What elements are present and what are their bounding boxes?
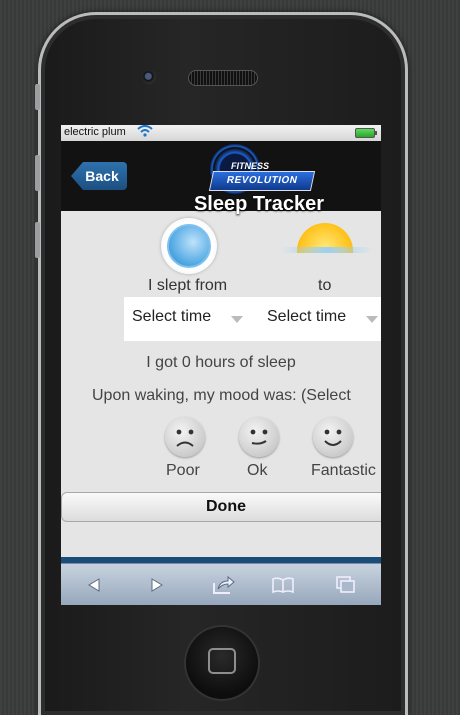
home-square-icon [208,648,236,674]
mood-option-poor[interactable]: Poor [166,462,200,480]
chevron-down-icon[interactable] [366,316,378,323]
chevron-down-icon[interactable] [231,316,243,323]
mood-option-ok[interactable]: Ok [247,462,267,480]
done-button[interactable]: Done [61,492,381,522]
sleep-summary: I got 0 hours of sleep [146,354,296,371]
slept-from-label: I slept from [148,277,228,294]
slept-to-label: to [318,277,332,294]
from-time-select[interactable]: Select time [132,308,211,326]
carrier-name: electric plum [64,126,126,138]
volume-up-button [35,155,40,191]
page-title: Sleep Tracker [193,193,325,215]
logo-top-text: FITNESS [231,161,270,171]
moon-inner [167,224,211,268]
mute-switch [35,84,40,110]
sad-face-icon[interactable] [165,417,205,457]
sunrise-icon [281,217,373,253]
happy-face-icon[interactable] [313,417,353,457]
front-camera [142,70,156,84]
logo-main-text: REVOLUTION [208,171,316,191]
mood-prompt: Upon waking, my mood was: (Select [92,387,351,404]
share-icon[interactable] [211,572,237,598]
wifi-icon [137,125,153,141]
forward-arrow-icon[interactable] [144,572,170,598]
phone-screen: electric plum Back FITNESS REVOLUTION Sl… [61,125,381,605]
mood-option-fantastic[interactable]: Fantastic [311,462,376,480]
time-select-row: Select time Select time [124,297,381,341]
tabs-icon[interactable] [333,572,359,598]
back-arrow-icon[interactable] [81,572,107,598]
back-button[interactable]: Back [71,162,127,190]
app-header: Back FITNESS REVOLUTION Sleep Tracker [61,141,381,215]
battery-icon [355,128,377,138]
earpiece-speaker [188,70,258,86]
to-time-select[interactable]: Select time [267,308,346,326]
status-bar: electric plum [61,125,381,141]
volume-down-button [35,222,40,258]
neutral-face-icon[interactable] [239,417,279,457]
browser-toolbar [61,563,381,605]
bookmarks-icon[interactable] [270,572,296,598]
